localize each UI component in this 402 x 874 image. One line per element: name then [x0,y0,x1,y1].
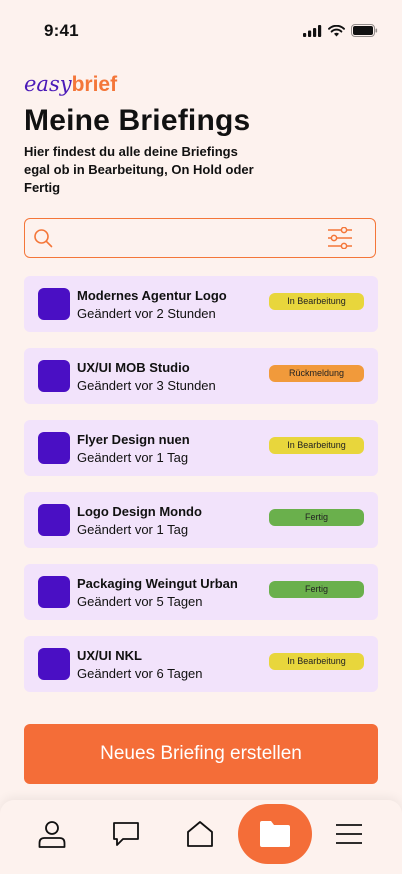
briefing-title: Logo Design Mondo [77,504,202,519]
page-subtitle: Hier findest du alle deine Briefings ega… [24,144,254,195]
nav-menu[interactable] [319,800,379,868]
status-icons [303,24,378,37]
briefing-changed: Geändert vor 6 Tagen [77,666,203,681]
briefing-title: Packaging Weingut Urban [77,576,238,591]
brand-logo-part2: brief [71,73,118,96]
nav-folder[interactable] [238,804,312,864]
briefing-title: UX/UI NKL [77,648,142,663]
folder-icon [260,821,290,847]
briefing-changed: Geändert vor 2 Stunden [77,306,216,321]
briefing-card[interactable]: Packaging Weingut Urban Geändert vor 5 T… [24,564,378,620]
battery-icon [351,24,378,37]
brand-logo-part1: easy [24,72,72,96]
nav-home[interactable] [170,800,230,868]
status-badge: In Bearbeitung [269,437,364,454]
home-icon [187,821,213,847]
briefing-thumbnail [38,504,70,536]
status-badge: Rückmeldung [269,365,364,382]
briefing-card[interactable]: Modernes Agentur Logo Geändert vor 2 Stu… [24,276,378,332]
nav-chat[interactable] [96,800,156,868]
cellular-signal-icon [303,24,322,37]
briefing-title: UX/UI MOB Studio [77,360,190,375]
briefing-changed: Geändert vor 3 Stunden [77,378,216,393]
status-time: 9:41 [44,21,79,40]
status-badge: Fertig [269,581,364,598]
briefing-thumbnail [38,360,70,392]
status-badge: Fertig [269,509,364,526]
search-icon [34,229,53,248]
menu-icon [336,824,362,844]
briefing-changed: Geändert vor 5 Tagen [77,594,203,609]
briefing-card[interactable]: Flyer Design nuen Geändert vor 1 Tag In … [24,420,378,476]
chat-icon [113,822,139,846]
wifi-icon [328,24,345,36]
briefing-thumbnail [38,432,70,464]
new-briefing-button[interactable]: Neues Briefing erstellen [24,724,378,784]
briefing-thumbnail [38,648,70,680]
status-badge: In Bearbeitung [269,293,364,310]
page-title: Meine Briefings [24,104,251,137]
status-bar: 9:41 [0,0,402,60]
briefing-title: Modernes Agentur Logo [77,288,227,303]
briefing-thumbnail [38,576,70,608]
briefing-card[interactable]: UX/UI NKL Geändert vor 6 Tagen In Bearbe… [24,636,378,692]
status-badge: In Bearbeitung [269,653,364,670]
search-bar [24,218,376,258]
nav-profile[interactable] [22,800,82,868]
briefing-card[interactable]: UX/UI MOB Studio Geändert vor 3 Stunden … [24,348,378,404]
brand-logo: easybrief [24,72,118,96]
briefing-changed: Geändert vor 1 Tag [77,450,189,465]
search-input[interactable] [65,225,309,253]
filter-icon[interactable] [327,227,353,249]
profile-icon [38,821,66,848]
briefing-card[interactable]: Logo Design Mondo Geändert vor 1 Tag Fer… [24,492,378,548]
briefing-thumbnail [38,288,70,320]
briefing-title: Flyer Design nuen [77,432,190,447]
briefing-changed: Geändert vor 1 Tag [77,522,189,537]
bottom-nav [0,800,402,874]
